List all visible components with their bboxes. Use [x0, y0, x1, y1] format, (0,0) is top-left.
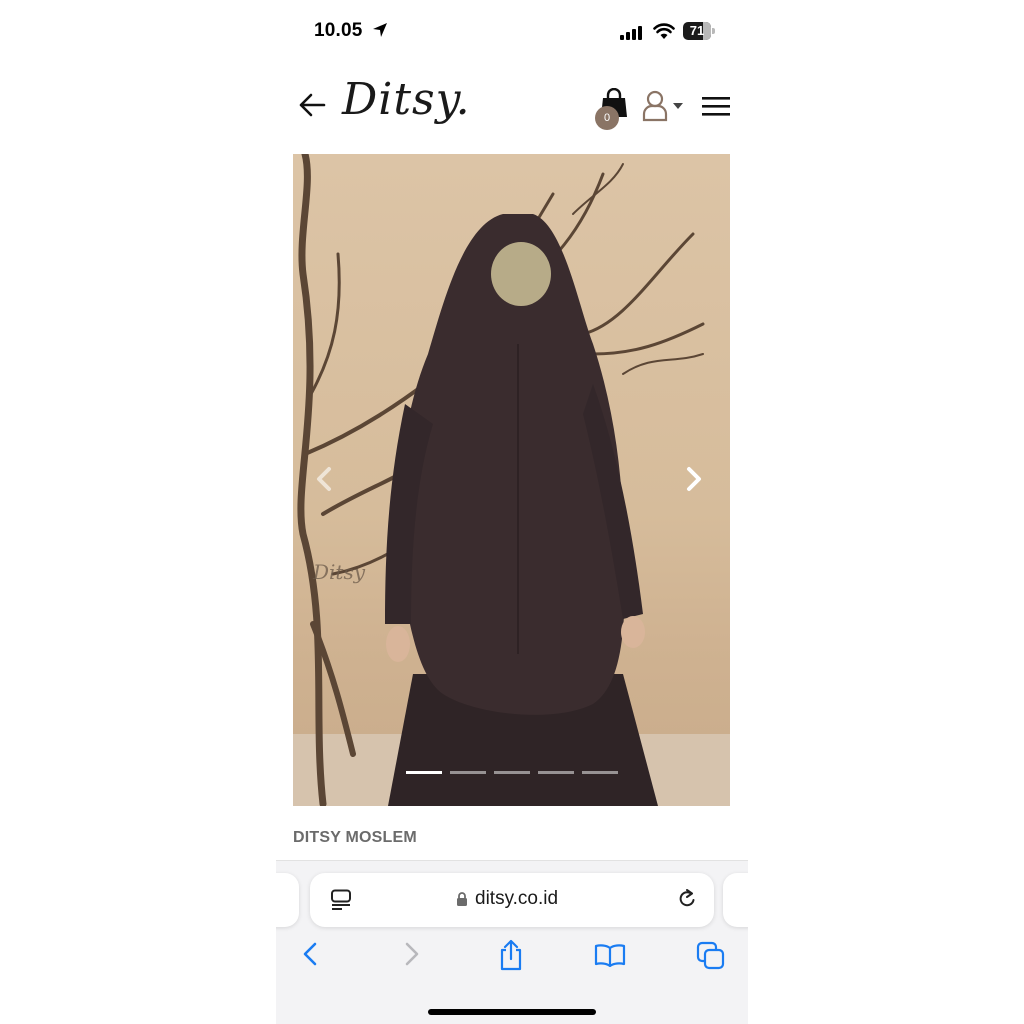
- product-brand[interactable]: DITSY MOSLEM: [293, 829, 417, 847]
- lock-icon: [457, 892, 467, 906]
- url-text: ditsy.co.id: [475, 888, 559, 909]
- photo-watermark: Ditsy: [313, 560, 366, 584]
- next-tab-peek[interactable]: [723, 873, 748, 927]
- home-indicator: [428, 1009, 596, 1015]
- previous-tab-peek[interactable]: [276, 873, 299, 927]
- browser-toolbar: ditsy.co.id: [276, 860, 748, 1024]
- page-menu-icon[interactable]: [330, 889, 352, 911]
- reload-icon[interactable]: [676, 888, 698, 910]
- carousel-dot[interactable]: [538, 771, 574, 774]
- status-time: 10.05: [314, 20, 363, 41]
- cellular-signal-icon: [620, 26, 642, 40]
- location-arrow-icon: [373, 23, 387, 37]
- carousel-dot[interactable]: [582, 771, 618, 774]
- cart-count-badge: 0: [595, 106, 619, 130]
- battery-icon: 71: [683, 22, 715, 40]
- battery-level: 71: [689, 23, 705, 38]
- carousel-dot[interactable]: [494, 771, 530, 774]
- phone-screen: 10.05 71 Ditsy. 0 Ditsy DITSY MOSLEM dit…: [276, 0, 748, 1024]
- address-bar[interactable]: ditsy.co.id: [310, 873, 714, 927]
- share-icon[interactable]: [498, 939, 524, 971]
- back-icon[interactable]: [302, 941, 318, 967]
- carousel-prev-icon[interactable]: [315, 466, 333, 492]
- tabs-icon[interactable]: [696, 941, 726, 971]
- user-icon[interactable]: [641, 90, 669, 122]
- product-photo: [297, 154, 705, 806]
- cart-button[interactable]: 0: [595, 88, 630, 134]
- product-image[interactable]: Ditsy: [293, 154, 730, 806]
- wifi-icon: [653, 23, 675, 39]
- hamburger-menu-icon[interactable]: [702, 96, 730, 118]
- site-logo[interactable]: Ditsy.: [342, 74, 471, 125]
- forward-icon[interactable]: [404, 941, 420, 967]
- back-arrow-icon[interactable]: [298, 92, 326, 118]
- caret-down-icon[interactable]: [673, 102, 683, 110]
- carousel-dot[interactable]: [406, 771, 442, 774]
- bookmarks-icon[interactable]: [594, 943, 626, 967]
- carousel-next-icon[interactable]: [685, 466, 703, 492]
- carousel-dot[interactable]: [450, 771, 486, 774]
